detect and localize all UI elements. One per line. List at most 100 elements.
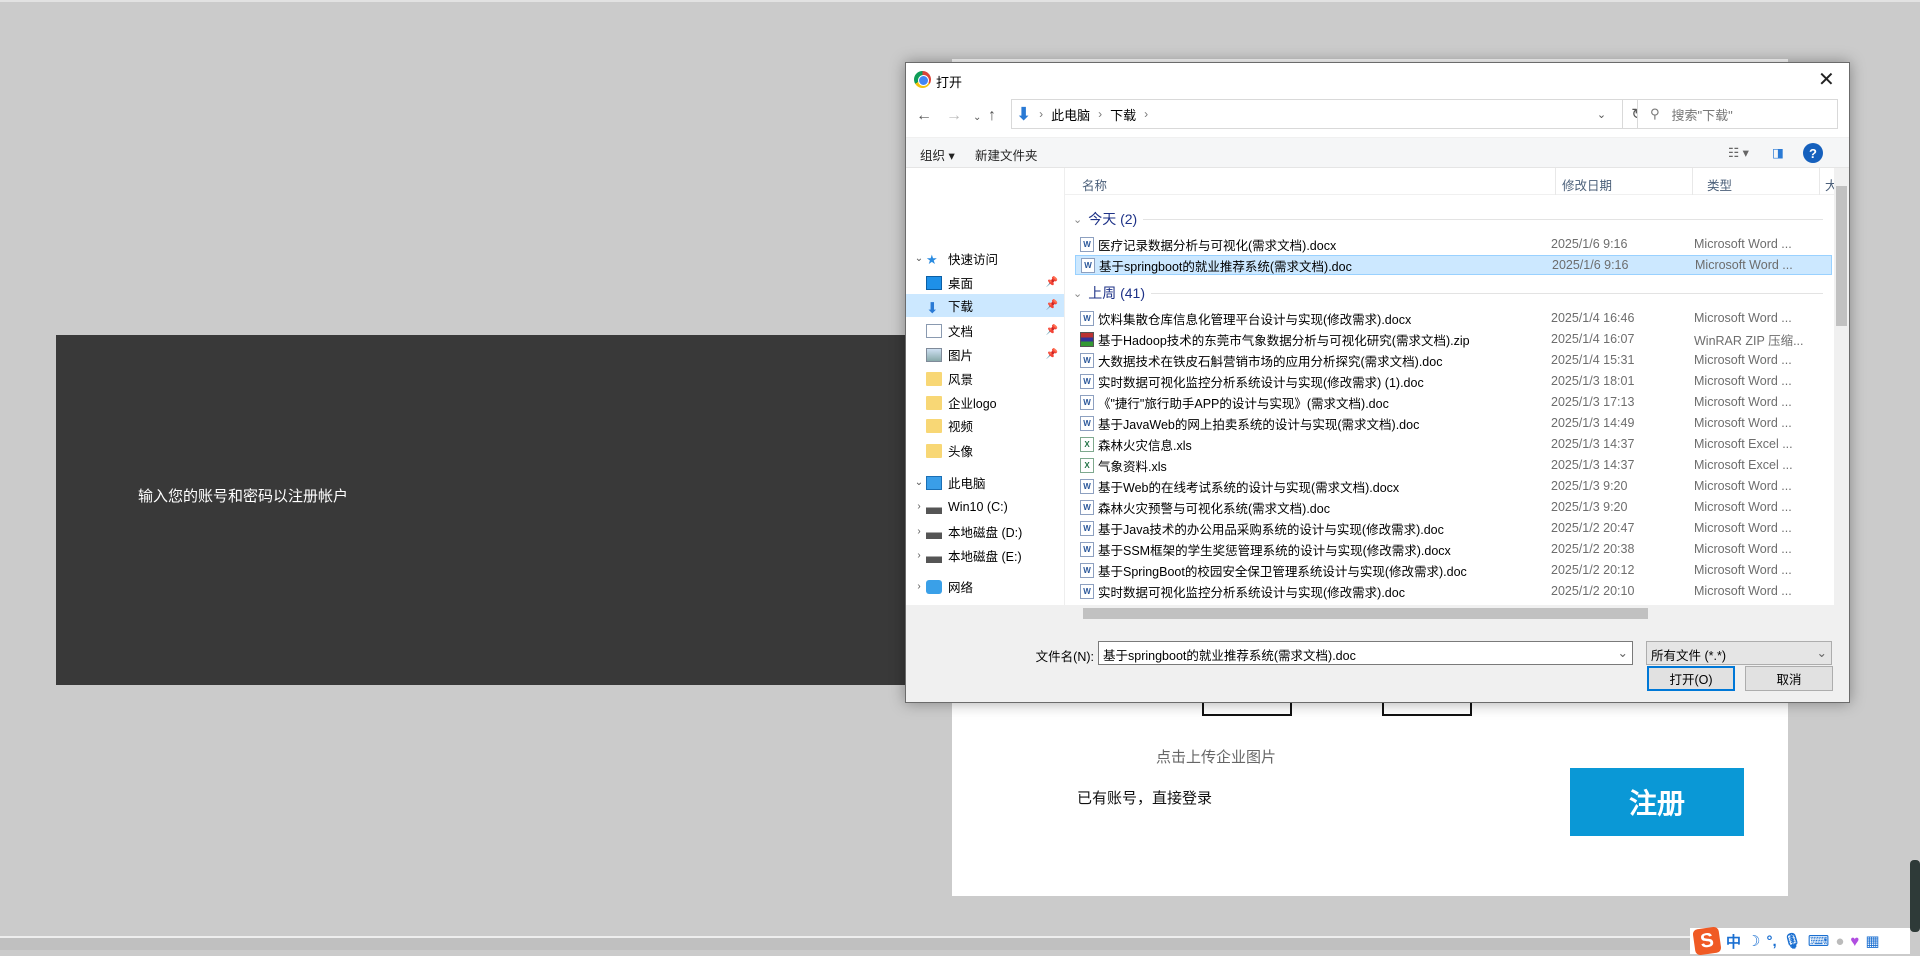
page-scroll-widget[interactable] xyxy=(1910,860,1920,932)
file-row[interactable]: X 森林火灾信息.xls 2025/1/3 14:37 Microsoft Excel… xyxy=(1075,434,1793,454)
keyboard-icon[interactable]: ⌨ xyxy=(1808,932,1830,950)
file-row[interactable]: 基于Hadoop技术的东莞市气象数据分析与可视化研究(需求文档).zip 2025… xyxy=(1075,329,1804,349)
file-row[interactable]: W 基于SpringBoot的校园安全保卫管理系统设计与实现(修改需求).doc 2… xyxy=(1075,560,1792,580)
sidebar-item[interactable]: › 网络 xyxy=(906,575,1064,598)
sidebar-item-label: 网络 xyxy=(948,581,974,595)
sidebar-item[interactable]: ⬇ 下载 📌 xyxy=(906,294,1064,317)
file-row[interactable]: W 森林火灾预警与可视化系统(需求文档).doc 2025/1/3 9:20 Micr… xyxy=(1075,497,1792,517)
file-row[interactable]: W 饮料集散仓库信息化管理平台设计与实现(修改需求).docx 2025/1/4 1… xyxy=(1075,308,1792,328)
file-date: 2025/1/3 14:37 xyxy=(1551,437,1635,451)
address-dropdown-icon[interactable]: ⌄ xyxy=(1584,100,1619,128)
pin-icon[interactable]: 📌 xyxy=(1046,277,1058,288)
file-row[interactable]: W 《"捷行"旅行助手APP的设计与实现》(需求文档).doc 2025/1/3 1… xyxy=(1075,392,1792,412)
back-arrow-icon[interactable]: ← xyxy=(916,107,932,125)
file-row[interactable]: W 基于springboot的就业推荐系统(需求文档).doc 2025/1/6 9… xyxy=(1075,255,1832,275)
register-button[interactable]: 注册 xyxy=(1570,768,1744,836)
breadcrumb-item[interactable]: 下载 xyxy=(1110,105,1136,124)
dialog-titlebar: 打开 ✕ xyxy=(906,63,1849,97)
pin-icon[interactable]: 📌 xyxy=(1046,300,1058,311)
sogou-logo-icon[interactable]: S xyxy=(1692,926,1722,956)
file-row[interactable]: W 基于Web的在线考试系统的设计与实现(需求文档).docx 2025/1/3 9… xyxy=(1075,476,1792,496)
sidebar-item[interactable]: 桌面 📌 xyxy=(906,271,1064,294)
address-bar[interactable]: ⬇ › 此电脑 › 下载 › ⌄ xyxy=(1011,99,1623,129)
expand-chevron-icon[interactable]: ⌄ xyxy=(912,253,926,264)
file-row[interactable]: W 医疗记录数据分析与可视化(需求文档).docx 2025/1/6 9:16 Mic… xyxy=(1075,234,1792,254)
user-icon[interactable]: ● xyxy=(1835,933,1844,950)
expand-chevron-icon[interactable]: ⌄ xyxy=(912,477,926,488)
sidebar-item[interactable]: ⌄ ★ 快速访问 xyxy=(906,247,1064,270)
breadcrumb-item[interactable]: 此电脑 xyxy=(1051,105,1090,124)
file-date: 2025/1/2 20:10 xyxy=(1551,584,1635,598)
file-type: Microsoft Word ... xyxy=(1694,584,1792,598)
file-list-horizontal-scrollbar[interactable] xyxy=(1065,605,1849,622)
file-row[interactable]: W 实时数据可视化监控分析系统设计与实现(修改需求) (1).doc 2025/1/… xyxy=(1075,371,1792,391)
sidebar-item[interactable]: 企业logo xyxy=(906,391,1064,414)
apps-icon[interactable]: ▦ xyxy=(1865,932,1879,950)
preview-pane-icon[interactable]: ◨ xyxy=(1772,145,1784,160)
file-row[interactable]: W 实时数据可视化监控分析系统设计与实现(修改需求).doc 2025/1/2 20… xyxy=(1075,581,1792,601)
help-icon[interactable]: ? xyxy=(1803,143,1823,163)
chevron-down-icon[interactable]: ⌄ xyxy=(1618,645,1628,661)
file-row[interactable]: W 基于SSM框架的学生奖惩管理系统的设计与实现(修改需求).docx 2025/1… xyxy=(1075,539,1792,559)
close-button[interactable]: ✕ xyxy=(1818,67,1835,92)
filename-input[interactable]: 基于springboot的就业推荐系统(需求文档).doc ⌄ xyxy=(1098,641,1633,665)
login-link[interactable]: 已有账号，直接登录 xyxy=(1077,787,1212,808)
file-list-vertical-scrollbar[interactable] xyxy=(1834,168,1849,605)
sidebar-item[interactable]: 文档 📌 xyxy=(906,319,1064,342)
file-group-header[interactable]: ⌄ 今天 (2) xyxy=(1073,208,1823,230)
file-name: 基于Java技术的办公用品采购系统的设计与实现(修改需求).doc xyxy=(1098,522,1444,537)
file-date: 2025/1/3 9:20 xyxy=(1551,479,1628,493)
sidebar-item[interactable]: 头像 xyxy=(906,439,1064,462)
moon-icon[interactable]: ☽ xyxy=(1747,932,1760,950)
collapse-chevron-icon[interactable]: ⌄ xyxy=(1073,287,1082,300)
word-file-icon: W xyxy=(1080,478,1094,494)
recent-chevron-icon[interactable]: ⌄ xyxy=(973,112,981,123)
sidebar-item[interactable]: ⌄ 此电脑 xyxy=(906,471,1064,494)
pin-icon[interactable]: 📌 xyxy=(1046,349,1058,360)
column-date[interactable]: 修改日期 xyxy=(1562,175,1612,194)
sidebar-item[interactable]: 图片 📌 xyxy=(906,343,1064,366)
open-button[interactable]: 打开(O) xyxy=(1647,666,1735,691)
download-icon: ⬇ xyxy=(1016,103,1032,124)
file-row[interactable]: W 大数据技术在铁皮石斛营销市场的应用分析探究(需求文档).doc 2025/1/4… xyxy=(1075,350,1792,370)
word-file-icon: W xyxy=(1080,415,1094,431)
sidebar-item[interactable]: › 本地磁盘 (E:) xyxy=(906,544,1064,567)
page-horizontal-scrollbar[interactable] xyxy=(0,936,1900,950)
punctuation-icon[interactable]: °, xyxy=(1766,933,1776,950)
sidebar-item[interactable]: 视频 xyxy=(906,414,1064,437)
collapse-chevron-icon[interactable]: ⌄ xyxy=(1073,213,1082,226)
file-date: 2025/1/2 20:38 xyxy=(1551,542,1635,556)
file-type-select[interactable]: 所有文件 (*.*) ⌄ xyxy=(1646,641,1832,665)
expand-chevron-icon[interactable]: › xyxy=(912,581,926,592)
sidebar-item[interactable]: › 本地磁盘 (D:) xyxy=(906,520,1064,543)
file-row[interactable]: W 基于Java技术的办公用品采购系统的设计与实现(修改需求).doc 2025/1… xyxy=(1075,518,1792,538)
organize-button[interactable]: 组织 ▾ xyxy=(920,145,955,164)
view-options-icon[interactable]: ☷ ▾ xyxy=(1728,145,1749,160)
file-name: 医疗记录数据分析与可视化(需求文档).docx xyxy=(1098,238,1337,253)
sidebar-item[interactable]: 风景 xyxy=(906,367,1064,390)
file-group-header[interactable]: ⌄ 上周 (41) xyxy=(1073,282,1823,304)
microphone-icon[interactable]: 🎙 xyxy=(1783,932,1802,950)
drive-icon xyxy=(926,499,942,514)
ime-mode-toggle[interactable]: 中 xyxy=(1726,931,1741,952)
pin-icon[interactable]: 📌 xyxy=(1046,325,1058,336)
skin-icon[interactable]: ♥ xyxy=(1850,933,1859,950)
forward-arrow-icon[interactable]: → xyxy=(946,107,962,125)
upload-image-link[interactable]: 点击上传企业图片 xyxy=(1156,746,1276,767)
expand-chevron-icon[interactable]: › xyxy=(912,550,926,561)
column-type[interactable]: 类型 xyxy=(1707,175,1732,194)
sidebar-item[interactable]: › Win10 (C:) xyxy=(906,495,1064,518)
cancel-button[interactable]: 取消 xyxy=(1745,666,1833,691)
winrar-archive-icon xyxy=(1080,331,1094,347)
file-row[interactable]: W 基于JavaWeb的网上拍卖系统的设计与实现(需求文档).doc 2025/1/… xyxy=(1075,413,1792,433)
up-arrow-icon[interactable]: ↑ xyxy=(988,107,996,125)
new-folder-button[interactable]: 新建文件夹 xyxy=(975,145,1038,164)
search-input[interactable]: ⚲ 搜索"下载" xyxy=(1637,99,1838,129)
file-type: Microsoft Word ... xyxy=(1694,542,1792,556)
column-name[interactable]: 名称 xyxy=(1082,175,1107,194)
file-row[interactable]: X 气象资料.xls 2025/1/3 14:37 Microsoft Excel .… xyxy=(1075,455,1793,475)
expand-chevron-icon[interactable]: › xyxy=(912,526,926,537)
expand-chevron-icon[interactable]: › xyxy=(912,501,926,512)
word-file-icon: W xyxy=(1080,236,1094,252)
ime-toolbar[interactable]: S 中 ☽ °, 🎙 ⌨ ● ♥ ▦ xyxy=(1690,926,1910,956)
